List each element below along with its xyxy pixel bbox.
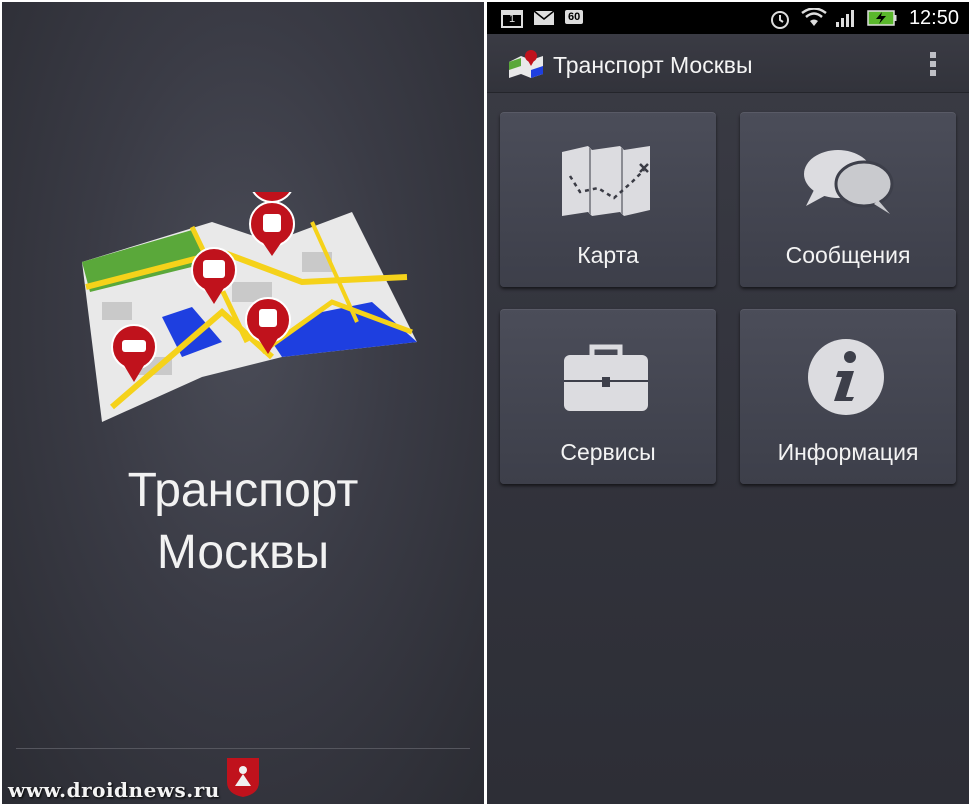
tile-messages-label: Сообщения xyxy=(785,242,911,268)
battery-icon xyxy=(867,10,897,26)
tile-messages[interactable]: Сообщения xyxy=(740,112,956,287)
app-home-screen: 1 60 12:50 Транспорт Москвы Карта Сообще… xyxy=(487,2,969,804)
tile-info[interactable]: Информация xyxy=(740,309,956,484)
signal-icon xyxy=(836,10,854,27)
wifi-icon xyxy=(801,8,827,26)
tile-map[interactable]: Карта xyxy=(500,112,716,287)
splash-screen: Транспорт Москвы www.droidnews.ru xyxy=(2,2,484,804)
info-icon xyxy=(808,339,884,415)
folded-map-icon xyxy=(562,146,650,216)
splash-title-line2: Москвы xyxy=(156,526,330,579)
tile-services[interactable]: Сервисы xyxy=(500,309,716,484)
tile-info-label: Информация xyxy=(777,439,919,465)
clock: 12:50 xyxy=(908,7,959,29)
alarm-icon xyxy=(771,11,789,29)
mail-icon xyxy=(533,10,555,25)
calendar-day: 1 xyxy=(509,13,516,25)
splash-title-line1: Транспорт xyxy=(127,464,359,517)
speech-bubbles-icon xyxy=(804,150,894,214)
map-logo-icon xyxy=(82,192,417,422)
briefcase-icon xyxy=(564,344,648,411)
status-bar: 1 60 12:50 xyxy=(487,2,969,34)
moscow-coat-of-arms-icon xyxy=(227,758,259,797)
action-bar: Транспорт Москвы xyxy=(487,34,969,93)
splash-title: Транспорт Москвы xyxy=(2,460,484,584)
divider xyxy=(16,748,470,749)
app-title: Транспорт Москвы xyxy=(553,52,753,78)
watermark: www.droidnews.ru xyxy=(8,778,220,802)
tile-services-label: Сервисы xyxy=(560,439,656,465)
tile-map-label: Карта xyxy=(577,242,639,268)
overflow-menu-button[interactable] xyxy=(929,52,937,80)
app-logo-icon xyxy=(509,50,543,78)
badge: 60 xyxy=(565,10,584,24)
